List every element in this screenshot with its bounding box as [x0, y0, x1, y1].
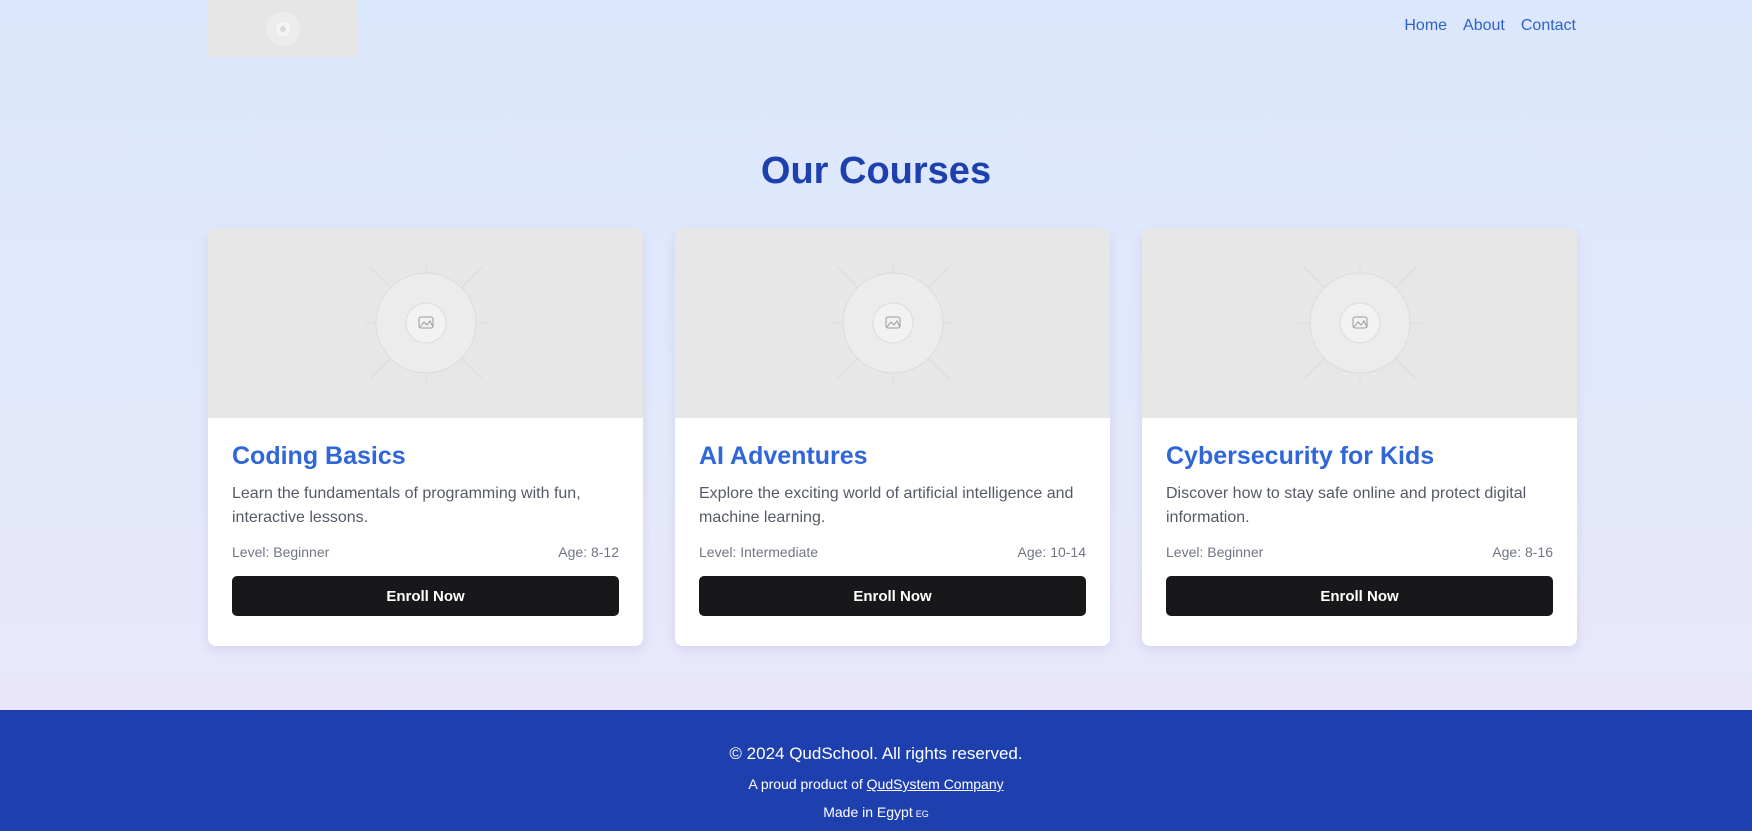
course-age: Age: 8-16: [1492, 544, 1553, 560]
course-title: Cybersecurity for Kids: [1166, 442, 1435, 470]
site-header: Home About Contact: [0, 0, 1752, 60]
image-placeholder-icon: [830, 261, 955, 385]
course-card: Cybersecurity for Kids Discover how to s…: [1142, 228, 1577, 646]
logo[interactable]: [208, 0, 358, 57]
logo-placeholder-icon: [266, 11, 300, 46]
course-level: Level: Intermediate: [699, 544, 819, 560]
site-footer: © 2024 QudSchool. All rights reserved. A…: [0, 710, 1752, 831]
enroll-button[interactable]: Enroll Now: [699, 576, 1086, 616]
image-placeholder-icon: [1297, 261, 1422, 385]
enroll-button[interactable]: Enroll Now: [232, 576, 619, 616]
image-placeholder-icon: [363, 261, 488, 385]
copyright-text: © 2024 QudSchool. All rights reserved.: [729, 744, 1023, 763]
course-image: [675, 228, 1110, 418]
course-card: AI Adventures Explore the exciting world…: [675, 228, 1110, 646]
proud-product-text: A proud product of QudSystem Company: [0, 776, 1752, 792]
enroll-button[interactable]: Enroll Now: [1166, 576, 1553, 616]
course-age: Age: 8-12: [558, 544, 619, 560]
course-image: [208, 228, 643, 418]
made-in-text: Made in Egypt EG: [0, 804, 1752, 820]
made-in-label: Made in Egypt: [823, 804, 913, 820]
main-nav: Home About Contact: [1404, 17, 1576, 35]
course-meta: Level: Beginner Age: 8-16: [1166, 544, 1553, 560]
course-level: Level: Beginner: [1166, 544, 1264, 560]
course-title: AI Adventures: [699, 442, 868, 470]
page-title: Our Courses: [760, 150, 992, 192]
course-age: Age: 10-14: [1017, 544, 1087, 560]
company-link[interactable]: QudSystem Company: [867, 776, 1004, 792]
flag-icon: EG: [915, 809, 929, 819]
course-description: Learn the fundamentals of programming wi…: [232, 485, 581, 526]
nav-contact-link[interactable]: Contact: [1521, 17, 1576, 35]
nav-about-link[interactable]: About: [1463, 17, 1505, 35]
course-meta: Level: Intermediate Age: 10-14: [699, 544, 1086, 560]
course-list: Coding Basics Learn the fundamentals of …: [208, 228, 1577, 646]
course-level: Level: Beginner: [232, 544, 330, 560]
course-meta: Level: Beginner Age: 8-12: [232, 544, 619, 560]
course-description: Explore the exciting world of artificial…: [699, 485, 1074, 526]
course-description: Discover how to stay safe online and pro…: [1166, 485, 1527, 526]
course-title: Coding Basics: [232, 442, 406, 470]
proud-prefix: A proud product of: [748, 776, 867, 792]
nav-home-link[interactable]: Home: [1404, 17, 1447, 35]
course-image: [1142, 228, 1577, 418]
course-card: Coding Basics Learn the fundamentals of …: [208, 228, 643, 646]
